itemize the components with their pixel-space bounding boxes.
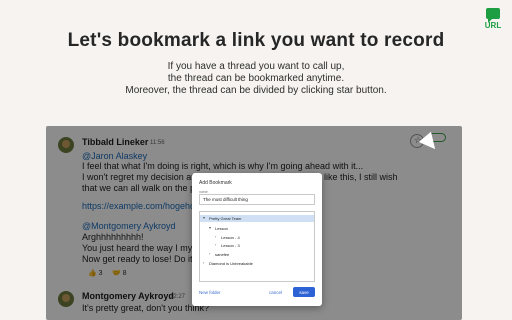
folder-label: Lesson bbox=[215, 226, 228, 231]
add-bookmark-dialog: Add Bookmark name ▾Pretty Great Team▾Les… bbox=[192, 173, 322, 306]
expand-arrow-icon[interactable]: ▾ bbox=[203, 215, 205, 220]
dialog-title: Add Bookmark bbox=[199, 180, 232, 186]
folder-tree: ▾ Pretty Great Team ▾ Lesson › Lesson - 4 › Les… bbox=[199, 211, 315, 282]
folder-tree-item[interactable]: › Lesson - 4 bbox=[200, 234, 314, 241]
chat-bubble-icon bbox=[486, 8, 500, 23]
folder-label: sanefee bbox=[215, 252, 230, 257]
folder-tree-item[interactable]: › Lesson - 3 bbox=[200, 242, 314, 249]
description-line-2: the thread can be bookmarked anytime. bbox=[167, 73, 345, 84]
folder-label: Lesson - 3 bbox=[221, 243, 240, 248]
new-folder-button[interactable]: New folder bbox=[199, 290, 221, 295]
folder-tree-item[interactable]: › Diamond is Unbreakable bbox=[200, 260, 314, 267]
save-button[interactable]: save bbox=[293, 287, 315, 297]
cancel-button[interactable]: cancel bbox=[269, 290, 282, 295]
folder-label: Pretty Great Team bbox=[209, 216, 242, 221]
description-line-1: If you have a thread you want to call up… bbox=[167, 61, 345, 72]
folder-tree-item[interactable]: ▾ Lesson bbox=[200, 225, 314, 232]
expand-arrow-icon[interactable]: › bbox=[203, 260, 204, 265]
expand-arrow-icon[interactable]: › bbox=[209, 251, 210, 256]
bookmark-name-input[interactable] bbox=[199, 194, 315, 205]
expand-arrow-icon[interactable]: › bbox=[215, 234, 216, 239]
expand-arrow-icon[interactable]: ▾ bbox=[209, 225, 211, 230]
folder-label: Diamond is Unbreakable bbox=[209, 261, 253, 266]
page-headline: Let's bookmark a link you want to record bbox=[67, 30, 445, 51]
logo-text: URL bbox=[484, 21, 502, 30]
url-logo: URL bbox=[482, 8, 504, 32]
folder-label: Lesson - 4 bbox=[221, 235, 240, 240]
folder-tree-item[interactable]: › sanefee bbox=[200, 251, 314, 258]
description-line-3: Moreover, the thread can be divided by c… bbox=[125, 85, 387, 96]
expand-arrow-icon[interactable]: › bbox=[215, 242, 216, 247]
folder-tree-item[interactable]: ▾ Pretty Great Team bbox=[200, 215, 314, 222]
